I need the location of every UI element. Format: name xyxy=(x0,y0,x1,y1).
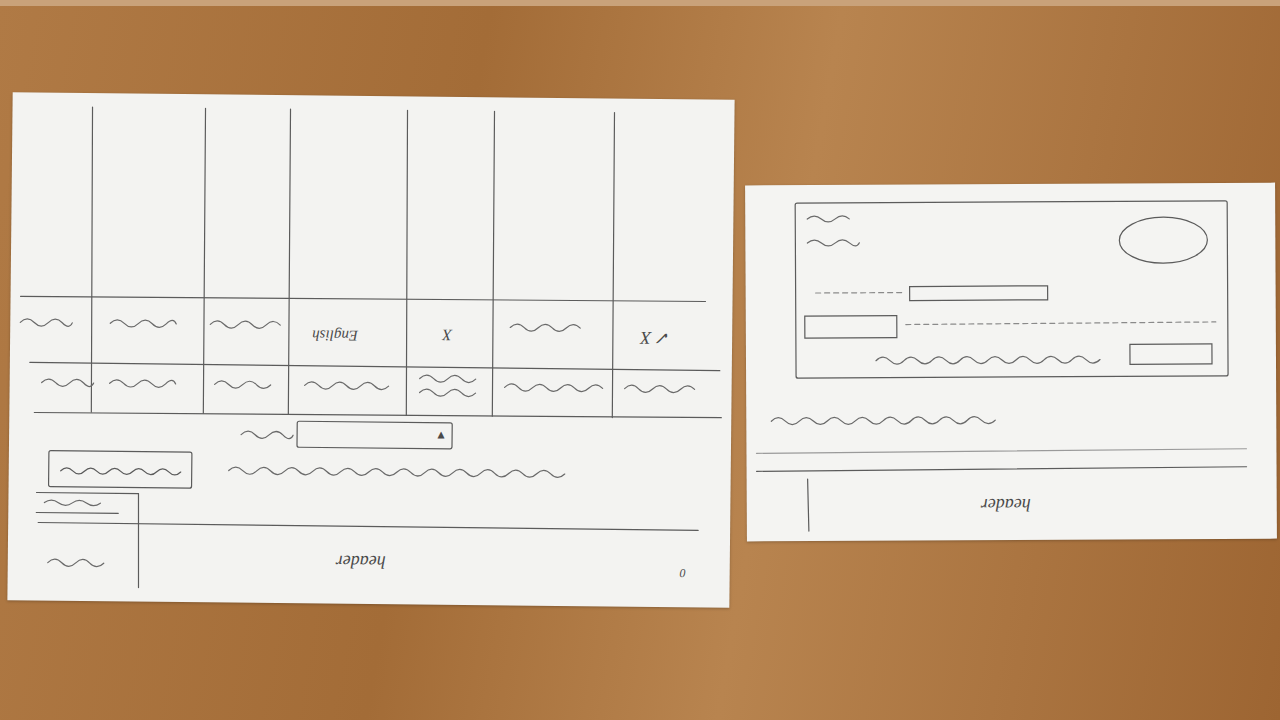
sketch-lines xyxy=(745,183,1277,542)
table-top-strip xyxy=(0,0,1280,6)
header-label: header xyxy=(334,551,388,574)
dropdown-arrow-icon: ▼ xyxy=(433,428,449,444)
page-mark: 0 xyxy=(678,565,688,581)
card-wireframe-sheet: header xyxy=(745,183,1277,542)
column-label: English xyxy=(310,325,360,345)
sketch-lines xyxy=(7,92,734,608)
column-label: ✓ X xyxy=(638,327,673,349)
table-wireframe-sheet: header ✓ X X English ▼ 0 xyxy=(7,92,734,608)
table-photo: header ✓ X X English ▼ 0 header xyxy=(0,0,1280,720)
header-label: header xyxy=(979,494,1033,516)
column-label: X xyxy=(440,325,454,345)
